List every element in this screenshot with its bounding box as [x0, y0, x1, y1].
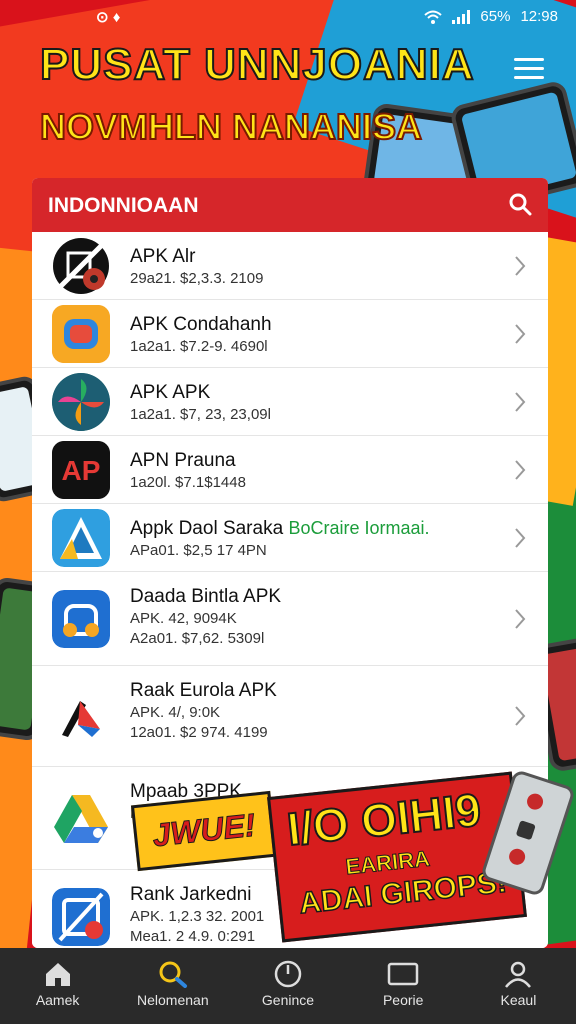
signal-icon: [452, 9, 471, 24]
blocked-app-icon: [52, 236, 110, 295]
list-item[interactable]: Appk Daol Saraka BoCraire Iormaai. APa01…: [32, 504, 548, 572]
battery-percent: 65%: [480, 8, 511, 25]
app-name: APN Prauna: [130, 450, 236, 471]
app-name: APK Condahanh: [130, 314, 272, 335]
app-name: APK Alr: [130, 246, 196, 267]
list-item[interactable]: AP APN Prauna 1a20l. $7.1$1448: [32, 436, 548, 504]
nav-label: Keaul: [500, 992, 537, 1008]
app-meta-2: A2a01. $7,62. 5309l: [130, 630, 265, 647]
hero-title: PUSAT UNNJOANIA: [39, 39, 475, 90]
search-icon[interactable]: [508, 192, 532, 216]
app-meta: APa01. $2,5 17 4PN: [130, 542, 267, 559]
chevron-right-icon: [515, 459, 526, 480]
nav-gauge[interactable]: Genince: [230, 948, 345, 1024]
menu-icon[interactable]: [514, 58, 544, 85]
blue-box-app-icon: [52, 589, 110, 648]
app-meta: 1a2a1. $7, 23, 23,09l: [130, 406, 271, 423]
status-bar: ⊙ ♦ 65% 12:98: [0, 0, 576, 34]
person-icon: [505, 961, 532, 988]
nav-label: Peorie: [382, 992, 424, 1008]
app-name: APK APK: [130, 382, 211, 403]
app-meta: 1a20l. $7.1$1448: [130, 474, 246, 491]
panel-title: INDONNIOAAN: [48, 194, 199, 217]
screen-icon: [387, 962, 419, 986]
svg-text:AP: AP: [62, 455, 101, 486]
pinwheel-app-icon: [52, 372, 110, 431]
hero-subtitle: NOVMHLN NANANISA: [39, 105, 423, 148]
drive-app-icon: [52, 789, 110, 847]
app-name: Raak Eurola APK: [130, 680, 277, 701]
pen-app-icon: [52, 687, 110, 745]
app-meta: 29a21. $2,3.3. 2109: [130, 270, 264, 287]
nav-label: Genince: [261, 992, 315, 1008]
app-name: Appk Daol Saraka BoCraire Iormaai.: [130, 518, 430, 539]
clock: 12:98: [520, 8, 558, 25]
chevron-right-icon: [515, 527, 526, 548]
list-item[interactable]: APK Condahanh 1a2a1. $7.2-9. 4690l: [32, 300, 548, 368]
chevron-right-icon: [515, 323, 526, 344]
shield-app-icon: [52, 887, 110, 946]
nav-home[interactable]: Aamek: [0, 948, 115, 1024]
wifi-icon: [424, 10, 443, 24]
chevron-right-icon: [515, 706, 526, 726]
chevron-right-icon: [515, 255, 526, 276]
app-meta: APK. 4/, 9:0K: [130, 704, 221, 721]
status-notification-icons: ⊙ ♦: [96, 9, 121, 26]
app-promo-text: BoCraire Iormaai.: [288, 518, 430, 538]
home-icon: [45, 963, 70, 986]
list-item[interactable]: Daada Bintla APK APK. 42, 9094K A2a01. $…: [32, 572, 548, 666]
list-item[interactable]: APK Alr 29a21. $2,3.3. 2109: [32, 232, 548, 300]
chevron-right-icon: [515, 608, 526, 629]
app-meta-2: 12a01. $2 974. 4199: [130, 724, 268, 741]
app-name: Daada Bintla APK: [130, 586, 282, 607]
nav-label: Nelomenan: [137, 992, 209, 1008]
gauge-icon: [274, 960, 302, 988]
ap-app-icon: AP: [52, 440, 110, 499]
chevron-right-icon: [515, 391, 526, 412]
orange-blue-app-icon: [52, 304, 110, 363]
list-item[interactable]: Raak Eurola APK APK. 4/, 9:0K 12a01. $2 …: [32, 666, 548, 767]
nav-label: Aamek: [35, 992, 80, 1008]
nav-profile[interactable]: Keaul: [461, 948, 576, 1024]
list-item[interactable]: APK APK 1a2a1. $7, 23, 23,09l: [32, 368, 548, 436]
nav-search[interactable]: Nelomenan: [115, 948, 230, 1024]
app-meta: APK. 42, 9094K: [130, 610, 237, 627]
panel-header: INDONNIOAAN: [32, 178, 548, 232]
search-icon: [159, 961, 187, 988]
promo-badge-left: JWUE!: [130, 790, 278, 872]
triangle-app-icon: [52, 508, 110, 567]
promo-banner[interactable]: JWUE! I/O OIHI9 EARIRA ADAI GIROPS!: [130, 768, 576, 943]
nav-screen[interactable]: Peorie: [346, 948, 461, 1024]
bottom-navigation: Aamek Nelomenan Genince Peorie Keaul: [0, 948, 576, 1024]
promo-headline: I/O OIHI9: [284, 782, 485, 856]
app-meta: 1a2a1. $7.2-9. 4690l: [130, 338, 268, 355]
